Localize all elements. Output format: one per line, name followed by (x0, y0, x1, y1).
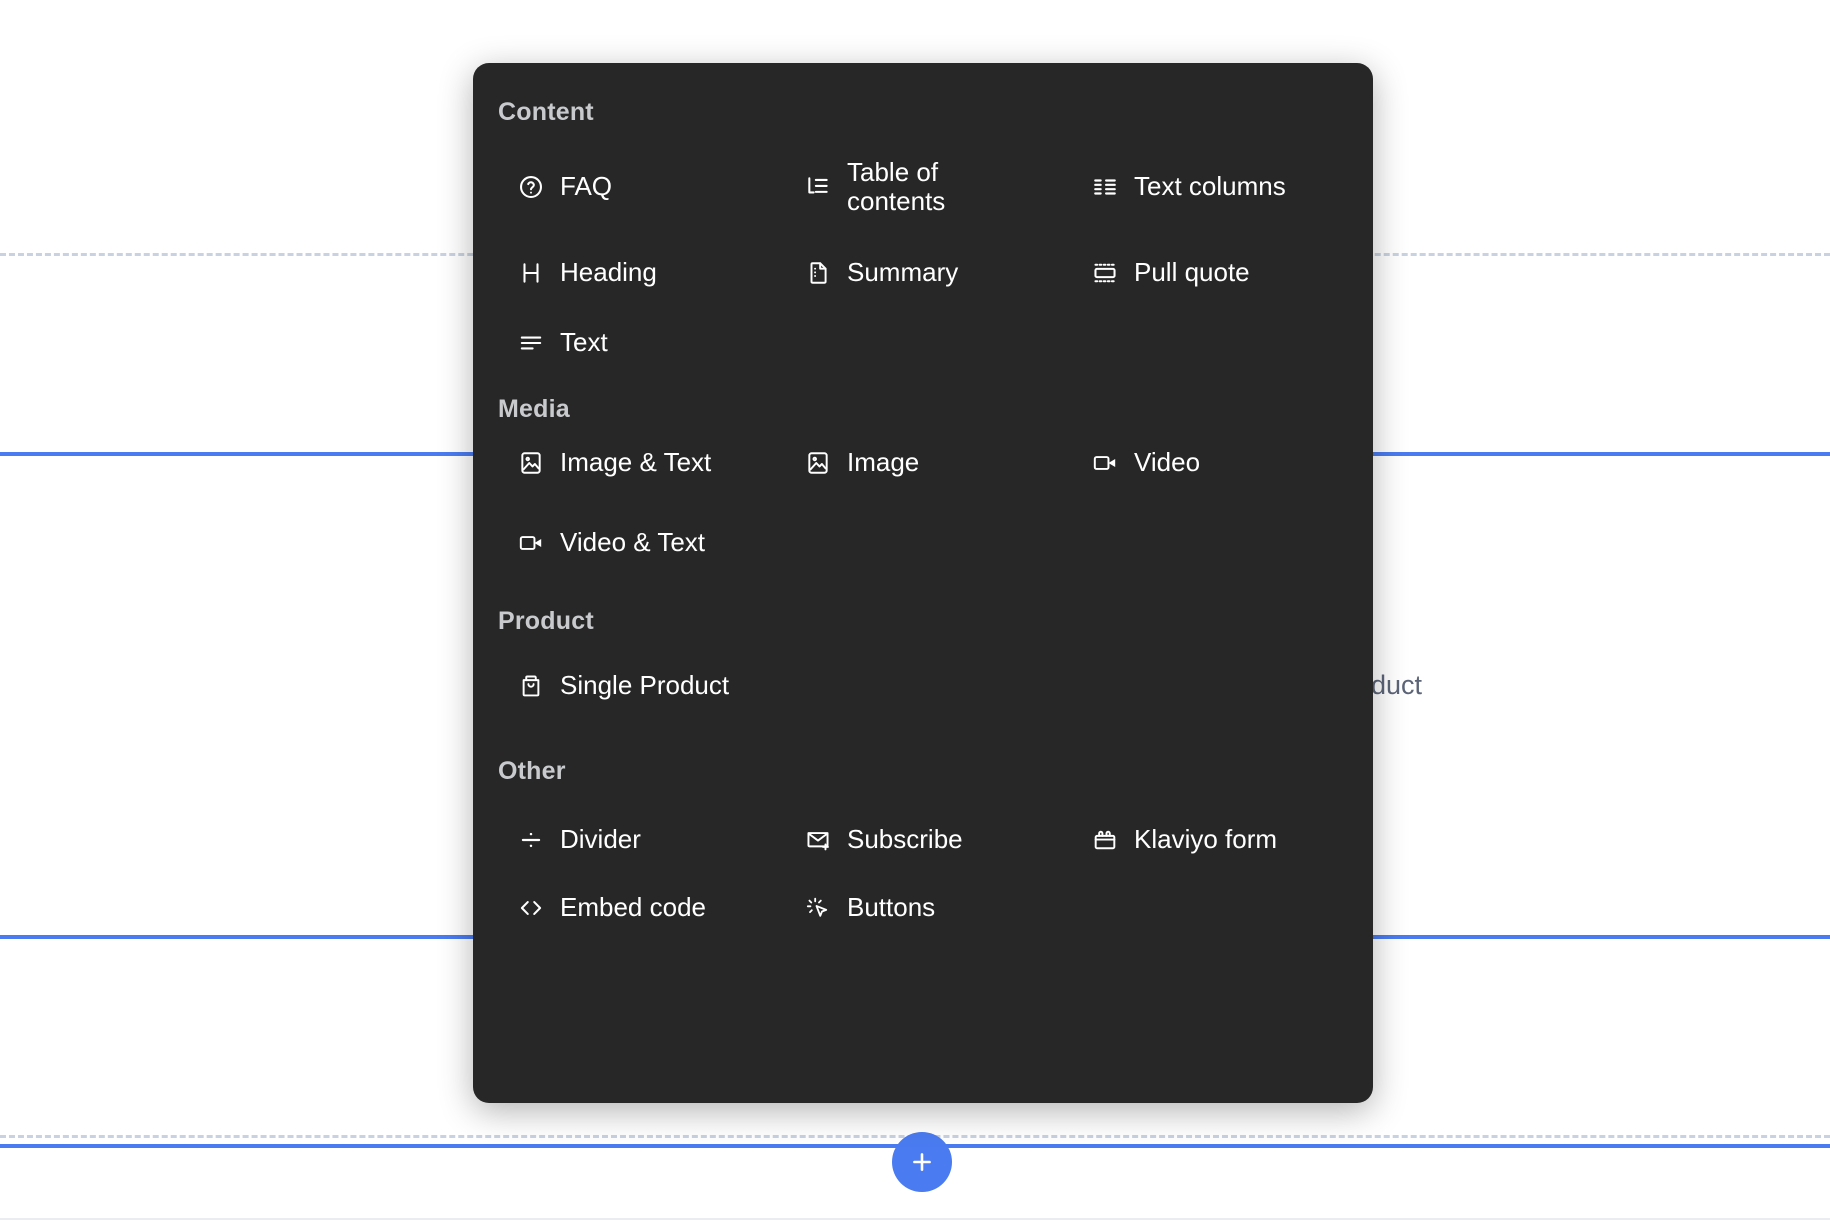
canvas-partial-text: duct (1371, 670, 1423, 700)
document-summary-icon (803, 258, 833, 288)
block-item-text-columns[interactable]: Text columns (1090, 159, 1340, 215)
media-row-1: Image & Text Image Video (473, 435, 1373, 491)
block-item-label: Klaviyo form (1134, 824, 1278, 855)
block-item-divider[interactable]: Divider (516, 812, 766, 868)
section-title-other: Other (498, 757, 566, 785)
block-item-label: Summary (847, 257, 959, 288)
block-item-video[interactable]: Video (1090, 435, 1340, 491)
block-item-pull-quote[interactable]: Pull quote (1090, 245, 1340, 301)
block-item-buttons[interactable]: Buttons (803, 880, 1053, 936)
other-row-2: Embed code Buttons (473, 880, 1373, 936)
block-item-table-of-contents[interactable]: Table of contents (803, 156, 1053, 216)
block-item-label: Video (1134, 447, 1201, 478)
text-lines-icon (516, 328, 546, 358)
block-item-heading[interactable]: Heading (516, 245, 766, 301)
divide-icon (516, 825, 546, 855)
video-camera-icon (1090, 448, 1120, 478)
block-item-label: Image & Text (560, 447, 712, 478)
block-item-embed-code[interactable]: Embed code (516, 880, 766, 936)
block-picker-panel: Content FAQ Table of contents Text colum… (473, 63, 1373, 1103)
block-item-label: Subscribe (847, 824, 963, 855)
block-item-label: Image (847, 447, 920, 478)
other-row-1: Divider Subscribe Klaviyo form (473, 812, 1373, 868)
pull-quote-icon (1090, 258, 1120, 288)
block-item-summary[interactable]: Summary (803, 245, 1053, 301)
block-item-label: Embed code (560, 892, 706, 923)
video-camera-icon (516, 528, 546, 558)
media-row-2: Video & Text (473, 515, 1373, 571)
block-item-label: Table of contents (847, 156, 946, 216)
block-item-image[interactable]: Image (803, 435, 1053, 491)
block-item-label: Divider (560, 824, 641, 855)
image-icon (803, 448, 833, 478)
heading-h-icon (516, 258, 546, 288)
editor-canvas: duct Content FAQ Table of contents Text … (0, 0, 1830, 1230)
block-item-label: Text (560, 327, 608, 358)
content-row-3: Text (473, 315, 1373, 371)
block-item-label: FAQ (560, 171, 613, 202)
block-item-label: Text columns (1134, 171, 1286, 202)
section-title-content: Content (498, 98, 594, 126)
help-circle-icon (516, 172, 546, 202)
image-icon (516, 448, 546, 478)
code-brackets-icon (516, 893, 546, 923)
content-row-1: FAQ Table of contents Text columns (473, 156, 1373, 216)
section-title-media: Media (498, 395, 570, 423)
plus-icon (909, 1149, 935, 1175)
text-columns-icon (1090, 172, 1120, 202)
block-item-single-product[interactable]: Single Product (516, 658, 766, 714)
block-item-image-and-text[interactable]: Image & Text (516, 435, 766, 491)
block-item-klaviyo-form[interactable]: Klaviyo form (1090, 812, 1340, 868)
list-tree-icon (803, 172, 833, 202)
page-bottom-divider (0, 1218, 1830, 1220)
product-row-1: Single Product (473, 658, 1373, 714)
block-item-video-and-text[interactable]: Video & Text (516, 515, 766, 571)
add-block-button[interactable] (892, 1132, 952, 1192)
block-item-label: Pull quote (1134, 257, 1250, 288)
shopping-bag-icon (516, 671, 546, 701)
block-item-label: Buttons (847, 892, 936, 923)
block-item-text[interactable]: Text (516, 315, 766, 371)
block-item-faq[interactable]: FAQ (516, 159, 766, 215)
block-item-subscribe[interactable]: Subscribe (803, 812, 1053, 868)
block-item-label: Single Product (560, 670, 730, 701)
block-item-label: Video & Text (560, 527, 706, 558)
content-row-2: Heading Summary Pull quote (473, 245, 1373, 301)
section-title-product: Product (498, 607, 594, 635)
mail-plus-icon (803, 825, 833, 855)
klaviyo-brick-icon (1090, 825, 1120, 855)
cursor-click-icon (803, 893, 833, 923)
block-item-label: Heading (560, 257, 657, 288)
